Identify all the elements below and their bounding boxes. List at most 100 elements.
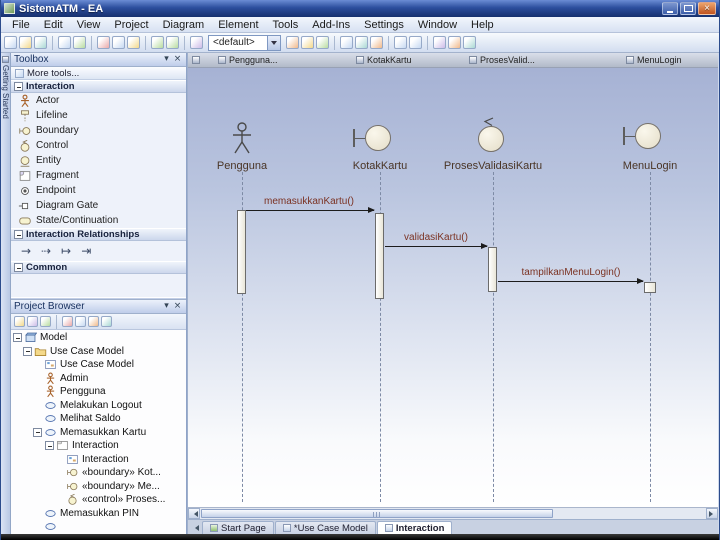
message-arrow-3[interactable] [498, 278, 644, 284]
tree-item-use-case-model-package[interactable]: Use Case Model [11, 345, 186, 359]
message-label-validasikartu[interactable]: validasiKartu() [404, 232, 468, 243]
chevron-down-icon[interactable]: ▾ [161, 301, 172, 312]
tab-interaction[interactable]: Interaction [376, 521, 453, 534]
tree-item-pengguna[interactable]: Pengguna [11, 385, 186, 399]
add-package-icon[interactable] [301, 36, 314, 49]
tree-item-interaction[interactable]: Interaction [11, 439, 186, 453]
menu-item-addins[interactable]: Add-Ins [305, 18, 357, 32]
close-button[interactable]: × [698, 2, 716, 15]
print-preview-icon[interactable] [73, 36, 86, 49]
cut-icon[interactable] [97, 36, 110, 49]
add-element-icon[interactable] [286, 36, 299, 49]
more-tools-button[interactable]: More tools... [11, 67, 186, 80]
menu-item-project[interactable]: Project [107, 18, 155, 32]
search-icon[interactable] [75, 316, 86, 327]
sequence-diagram-canvas[interactable]: Pengguna KotakKartu ProsesValidasiKartu … [188, 68, 718, 507]
add-diagram-icon[interactable] [27, 316, 38, 327]
open-folder-icon[interactable] [19, 36, 32, 49]
toolbox-item-state-continuation[interactable]: State/Continuation [11, 213, 186, 228]
close-icon[interactable]: × [172, 54, 183, 65]
tree-item-interaction-diagram[interactable]: Interaction [11, 453, 186, 467]
menu-item-tools[interactable]: Tools [266, 18, 306, 32]
header-lifeline-pengguna[interactable]: Pengguna... [218, 55, 278, 65]
dock-tab-getting-started[interactable]: Getting Started [1, 65, 10, 119]
toolbox-item-endpoint[interactable]: Endpoint [11, 183, 186, 198]
tree-item-admin[interactable]: Admin [11, 372, 186, 386]
project-browser-title-bar[interactable]: Project Browser ▾ × [11, 300, 186, 314]
tree-item-partial[interactable] [11, 520, 186, 534]
menu-item-help[interactable]: Help [464, 18, 501, 32]
lifeline-label-pengguna[interactable]: Pengguna [188, 160, 312, 172]
print-icon[interactable] [58, 36, 71, 49]
tree-item-use-case-model-diagram[interactable]: Use Case Model [11, 358, 186, 372]
scroll-right-icon[interactable] [706, 508, 718, 519]
toolbox-section-common[interactable]: Common [11, 261, 186, 274]
message-label-memasukkankartu[interactable]: memasukkanKartu() [264, 196, 354, 207]
menu-item-element[interactable]: Element [211, 18, 265, 32]
notes-icon[interactable] [370, 36, 383, 49]
chevron-down-icon[interactable]: ▾ [161, 54, 172, 65]
collapse-icon[interactable] [14, 82, 23, 91]
settings-icon[interactable] [448, 36, 461, 49]
paste-icon[interactable] [127, 36, 140, 49]
collapse-icon[interactable] [45, 441, 54, 451]
toolbox-item-control[interactable]: Control [11, 138, 186, 153]
toolbox-item-boundary[interactable]: Boundary [11, 123, 186, 138]
toolbox-item-actor[interactable]: Actor [11, 93, 186, 108]
toolbox-section-interaction-relationships[interactable]: Interaction Relationships [11, 228, 186, 241]
menu-item-window[interactable]: Window [411, 18, 464, 32]
diagram-style-dropdown[interactable]: <default> [208, 34, 281, 51]
tree-item-melihat-saldo[interactable]: Melihat Saldo [11, 412, 186, 426]
toolbox-title-bar[interactable]: Toolbox ▾ × [11, 53, 186, 67]
add-child-diagram-icon[interactable] [316, 36, 329, 49]
team-icon[interactable] [433, 36, 446, 49]
tree-item-memasukkan-pin[interactable]: Memasukkan PIN [11, 507, 186, 521]
toolbox-item-fragment[interactable]: Fragment [11, 168, 186, 183]
horizontal-scrollbar[interactable] [188, 507, 718, 519]
activation-bar-kotakkartu[interactable] [375, 213, 384, 299]
toolbox-item-entity[interactable]: Entity [11, 153, 186, 168]
tree-item-boundary-kotakkartu[interactable]: «boundary» Kot... [11, 466, 186, 480]
collapse-icon[interactable] [13, 333, 22, 343]
copy-icon[interactable] [112, 36, 125, 49]
header-lifeline-kotakkartu[interactable]: KotakKartu [356, 55, 412, 65]
tree-item-boundary-menulogin[interactable]: «boundary» Me... [11, 480, 186, 494]
collapse-icon[interactable] [14, 263, 23, 272]
new-file-icon[interactable] [4, 36, 17, 49]
undo-icon[interactable] [151, 36, 164, 49]
tree-item-control-prosesvalidasi[interactable]: «control» Proses... [11, 493, 186, 507]
toolbox-item-diagram-gate[interactable]: Diagram Gate [11, 198, 186, 213]
add-element-icon[interactable] [40, 316, 51, 327]
header-lifeline-prosesvalidasi[interactable]: ProsesValid... [469, 55, 535, 65]
chevron-down-icon[interactable] [267, 35, 280, 50]
maximize-button[interactable] [680, 2, 696, 15]
zoom-in-icon[interactable] [409, 36, 422, 49]
refresh-icon[interactable] [101, 316, 112, 327]
menu-item-view[interactable]: View [70, 18, 108, 32]
close-icon[interactable]: × [172, 301, 183, 312]
tree-item-model[interactable]: Model [11, 331, 186, 345]
message-arrow-icon[interactable]: → [21, 245, 31, 257]
tab-start-page[interactable]: Start Page [202, 521, 274, 534]
collapse-icon[interactable] [33, 427, 42, 437]
model-browser-icon[interactable] [355, 36, 368, 49]
message-label-tampilkanmenulogin[interactable]: tampilkanMenuLogin() [522, 267, 621, 278]
message-arrow-1[interactable] [246, 207, 375, 213]
menu-item-edit[interactable]: Edit [37, 18, 70, 32]
dock-tab-icon[interactable] [2, 56, 9, 63]
collapse-icon[interactable] [23, 346, 32, 356]
add-package-icon[interactable] [14, 316, 25, 327]
tree-item-memasukkan-kartu[interactable]: Memasukkan Kartu [11, 426, 186, 440]
tree-item-melakukan-logout[interactable]: Melakukan Logout [11, 399, 186, 413]
minimize-button[interactable] [662, 2, 678, 15]
tab-use-case-model[interactable]: *Use Case Model [274, 521, 376, 534]
delete-icon[interactable] [62, 316, 73, 327]
activation-bar-prosesvalidasi[interactable] [488, 247, 497, 292]
dashed-arrow-icon[interactable]: ⇢ [41, 245, 51, 257]
toolbox-section-interaction[interactable]: Interaction [11, 80, 186, 93]
help-icon[interactable] [463, 36, 476, 49]
header-lifeline-menulogin[interactable]: MenuLogin [626, 55, 682, 65]
message-arrow-2[interactable] [385, 243, 488, 249]
tab-nav-left-icon[interactable] [190, 522, 201, 534]
end-arrow-icon[interactable]: ⇥ [81, 245, 91, 257]
